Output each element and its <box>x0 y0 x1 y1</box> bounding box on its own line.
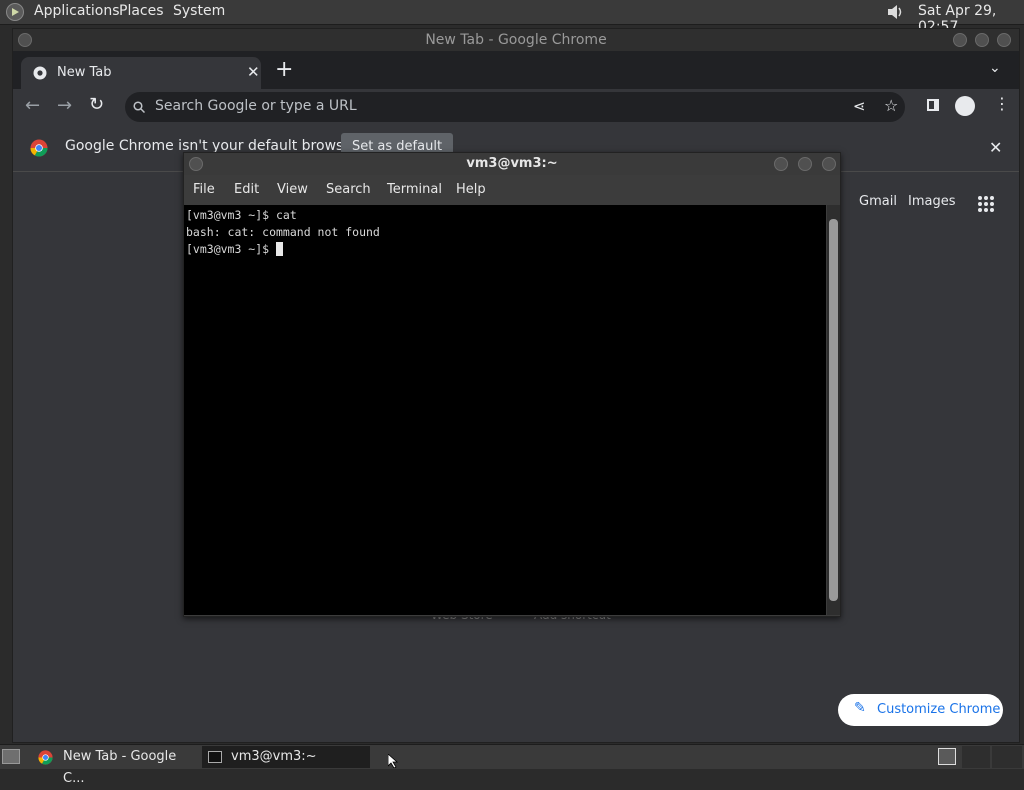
tab-new-tab[interactable]: New Tab ✕ <box>21 57 261 89</box>
omnibox[interactable]: Search Google or type a URL ⋖ ☆ <box>125 92 905 122</box>
text-cursor <box>276 242 284 256</box>
terminal-line: [vm3@vm3 ~]$ cat <box>186 208 297 222</box>
terminal-window: vm3@vm3:~ File Edit View Search Terminal… <box>183 152 841 617</box>
term-menu-view[interactable]: View <box>277 182 308 197</box>
gmail-link[interactable]: Gmail <box>859 194 897 209</box>
term-menu-terminal[interactable]: Terminal <box>387 182 442 197</box>
taskbar-item-chrome[interactable]: New Tab - Google C... <box>32 746 200 786</box>
top-panel: Applications Places System Sat Apr 29, 0… <box>0 0 1024 35</box>
taskbar-label: vm3@vm3:~ <box>231 749 317 764</box>
show-desktop-icon[interactable] <box>2 749 20 764</box>
terminal-titlebar[interactable]: vm3@vm3:~ <box>184 153 840 175</box>
term-menu-file[interactable]: File <box>193 182 215 197</box>
terminal-scrollbar[interactable] <box>827 205 840 615</box>
workspace-switcher-icon[interactable] <box>938 748 956 765</box>
terminal-minimize-button[interactable] <box>774 157 788 171</box>
window-title: New Tab - Google Chrome <box>425 32 607 48</box>
chrome-taskbar-icon <box>38 750 53 765</box>
pencil-icon: ✎ <box>854 700 866 716</box>
toolbar: ← → ↻ Search Google or type a URL ⋖ ☆ ⋮ <box>13 89 1019 125</box>
new-tab-button[interactable]: + <box>275 57 293 82</box>
close-tab-icon[interactable]: ✕ <box>247 63 260 81</box>
terminal-window-menu-button[interactable] <box>189 157 203 171</box>
terminal-close-button[interactable] <box>822 157 836 171</box>
minimize-button[interactable] <box>953 33 967 47</box>
search-icon <box>133 101 145 113</box>
terminal-taskbar-icon <box>208 751 222 763</box>
taskbar-item-terminal[interactable]: vm3@vm3:~ <box>202 746 370 768</box>
reload-icon[interactable]: ↻ <box>89 94 104 115</box>
customize-chrome-button[interactable]: ✎ Customize Chrome <box>838 694 1003 726</box>
term-menu-edit[interactable]: Edit <box>234 182 259 197</box>
volume-icon[interactable] <box>886 3 906 21</box>
workspace-2[interactable] <box>962 746 990 768</box>
term-menu-search[interactable]: Search <box>326 182 371 197</box>
bottom-panel: New Tab - Google C... vm3@vm3:~ <box>0 744 1024 786</box>
taskbar-label: New Tab - Google C... <box>63 749 177 786</box>
profile-avatar-icon[interactable] <box>955 96 975 116</box>
tab-title: New Tab <box>57 65 112 80</box>
terminal-prompt-line: [vm3@vm3 ~]$ <box>186 241 826 258</box>
close-infobar-icon[interactable]: ✕ <box>989 138 1002 157</box>
apps-grid-icon[interactable] <box>978 196 994 212</box>
workspace-3[interactable] <box>992 746 1022 768</box>
chrome-logo-icon <box>30 139 48 157</box>
terminal-output[interactable]: [vm3@vm3 ~]$ cat bash: cat: command not f… <box>184 205 826 615</box>
chrome-favicon-icon <box>33 66 47 80</box>
omnibox-placeholder: Search Google or type a URL <box>155 98 357 114</box>
terminal-line: [vm3@vm3 ~]$ <box>186 242 277 256</box>
window-menu-button[interactable] <box>18 33 32 47</box>
more-menu-icon[interactable]: ⋮ <box>994 94 1010 113</box>
terminal-menubar: File Edit View Search Terminal Help <box>184 175 840 203</box>
forward-icon[interactable]: → <box>57 95 72 116</box>
terminal-title: vm3@vm3:~ <box>466 156 558 171</box>
term-menu-help[interactable]: Help <box>456 182 486 197</box>
maximize-button[interactable] <box>975 33 989 47</box>
images-link[interactable]: Images <box>908 194 956 209</box>
chrome-titlebar[interactable]: New Tab - Google Chrome <box>13 29 1019 51</box>
share-icon[interactable]: ⋖ <box>853 97 866 115</box>
side-panel-icon[interactable] <box>927 99 939 111</box>
menu-applications[interactable]: Applications <box>34 3 120 19</box>
terminal-scrollbar-thumb[interactable] <box>829 219 838 601</box>
menu-system[interactable]: System <box>173 3 225 19</box>
close-window-button[interactable] <box>997 33 1011 47</box>
terminal-maximize-button[interactable] <box>798 157 812 171</box>
tab-strip: New Tab ✕ + ⌄ <box>13 51 1019 89</box>
menu-places[interactable]: Places <box>119 3 164 19</box>
bookmark-star-icon[interactable]: ☆ <box>884 96 898 115</box>
customize-label: Customize Chrome <box>877 702 1001 717</box>
tab-search-chevron-icon[interactable]: ⌄ <box>989 60 1001 76</box>
distro-logo-icon[interactable] <box>6 3 24 21</box>
back-icon[interactable]: ← <box>25 95 40 116</box>
mouse-pointer-icon <box>388 754 398 768</box>
terminal-line: bash: cat: command not found <box>186 225 380 239</box>
